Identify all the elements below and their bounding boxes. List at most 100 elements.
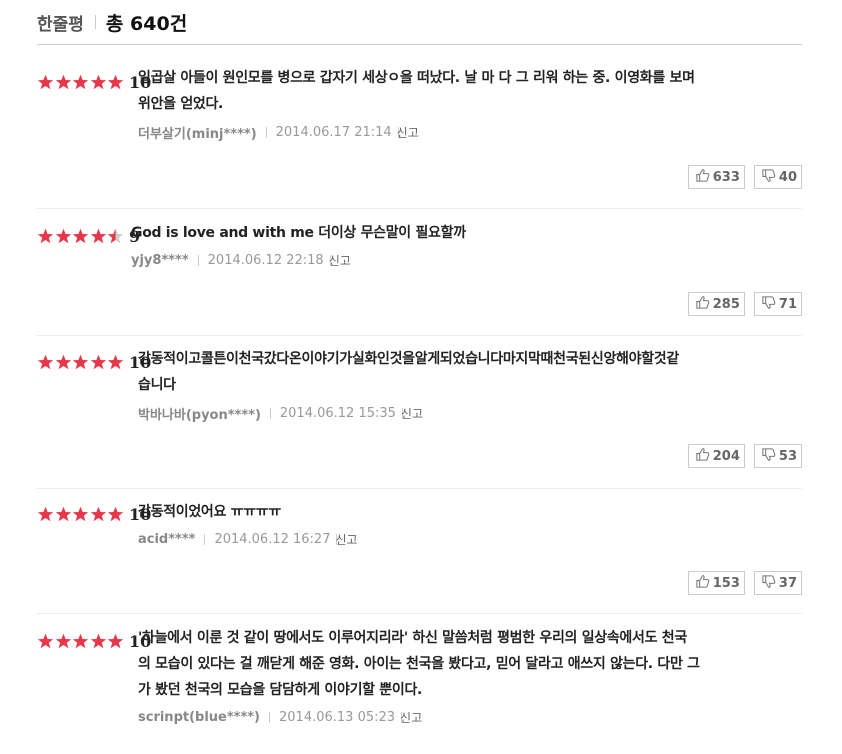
star-icon xyxy=(107,506,124,523)
star-icon xyxy=(90,506,107,523)
review-meta: 박바나바(pyon****) 2014.06.12 15:35 신고 xyxy=(138,404,802,423)
report-link[interactable]: 신고 xyxy=(335,531,357,548)
review-item: 10 '하늘에서 이룬 것 같이 땅에서도 이루어지리라' 하신 말씀처럼 평범한… xyxy=(37,614,802,754)
star-icon xyxy=(90,354,107,371)
star-icon xyxy=(55,506,72,523)
star-icon xyxy=(55,633,72,650)
review-header: 한줄평 총 640건 xyxy=(37,0,802,45)
review-text-line: 감동적이고콜튼이천국갔다온이야기가실화인것을알게되었습니다마지막때천국된신앙해야… xyxy=(138,351,679,367)
review-section: 한줄평 총 640건 10 일곱살 아들이 원인모를 병으로 갑자기 세상ㅇ을 떠… xyxy=(37,0,802,725)
divider xyxy=(269,712,270,723)
thumbs-down-icon xyxy=(761,574,779,593)
dislike-button[interactable]: 53 xyxy=(753,444,802,468)
dislike-button[interactable]: 71 xyxy=(753,292,802,316)
dislike-count: 40 xyxy=(778,169,797,185)
like-button[interactable]: 204 xyxy=(687,444,745,468)
review-text-line: 가 봤던 천국의 모습을 담담하게 이야기할 뿐이다. xyxy=(138,682,423,698)
star-icon xyxy=(90,633,107,650)
review-text-line: '하늘에서 이룬 것 같이 땅에서도 이루어지리라' 하신 말씀처럼 평범한 우… xyxy=(138,630,687,646)
like-count: 285 xyxy=(712,296,740,312)
review-text-line: 습니다 xyxy=(138,377,176,393)
thumbs-up-icon xyxy=(695,574,713,593)
review-date: 2014.06.12 15:35 xyxy=(279,406,396,421)
divider xyxy=(269,408,271,419)
review-date: 2014.06.17 21:14 xyxy=(275,125,392,140)
star-icon xyxy=(72,633,89,650)
thumbs-up-icon xyxy=(695,447,713,466)
report-link[interactable]: 신고 xyxy=(329,252,351,269)
review-text: 감동적이고콜튼이천국갔다온이야기가실화인것을알게되었습니다마지막때천국된신앙해야… xyxy=(138,346,802,398)
star-icon xyxy=(72,506,89,523)
review-meta: scrinpt(blue****) 2014.06.13 05:23 신고 xyxy=(138,709,802,726)
review-date: 2014.06.13 05:23 xyxy=(279,710,396,725)
total-count: 총 640건 xyxy=(106,9,187,36)
star-rating xyxy=(37,228,125,245)
review-text: '하늘에서 이룬 것 같이 땅에서도 이루어지리라' 하신 말씀처럼 평범한 우… xyxy=(138,625,802,703)
review-body: 감동적이었어요 ㅠㅠㅠㅠ acid**** 2014.06.12 16:27 신고 xyxy=(138,499,802,548)
thumbs-up-icon xyxy=(695,168,713,187)
review-text: 감동적이었어요 ㅠㅠㅠㅠ xyxy=(138,499,802,525)
dislike-button[interactable]: 40 xyxy=(753,165,802,189)
star-icon xyxy=(107,74,124,91)
star-icon xyxy=(72,354,89,371)
like-count: 633 xyxy=(712,169,740,185)
star-icon xyxy=(55,228,72,245)
star-icon xyxy=(72,228,89,245)
star-icon xyxy=(72,74,89,91)
review-date: 2014.06.12 22:18 xyxy=(207,253,324,268)
star-icon xyxy=(90,74,107,91)
review-text: God is love and with me 더이상 무슨말이 필요할까 xyxy=(131,220,802,246)
reviewer-name[interactable]: 더부살기(minj****) xyxy=(138,123,257,142)
like-button[interactable]: 153 xyxy=(687,571,745,595)
review-meta: acid**** 2014.06.12 16:27 신고 xyxy=(138,531,802,548)
star-icon xyxy=(55,74,72,91)
report-link[interactable]: 신고 xyxy=(401,405,423,422)
vote-buttons: 285 71 xyxy=(687,292,802,316)
star-icon xyxy=(37,506,54,523)
star-icon xyxy=(90,228,107,245)
vote-buttons: 633 40 xyxy=(687,165,802,189)
reviewer-name[interactable]: yjy8**** xyxy=(131,253,189,268)
report-link[interactable]: 신고 xyxy=(397,124,419,141)
total-count-value: 640건 xyxy=(130,12,188,35)
star-icon xyxy=(55,354,72,371)
vote-buttons: 204 53 xyxy=(687,444,802,468)
review-body: 일곱살 아들이 원인모를 병으로 갑자기 세상ㅇ을 떠났다. 날 마 다 그 리… xyxy=(138,65,802,142)
star-rating xyxy=(37,74,125,91)
like-button[interactable]: 633 xyxy=(687,165,745,189)
review-item: 10 감동적이었어요 ㅠㅠㅠㅠ acid**** 2014.06.12 16:27 신고… xyxy=(37,489,802,614)
like-button[interactable]: 285 xyxy=(687,292,745,316)
divider xyxy=(204,534,206,545)
thumbs-up-icon xyxy=(695,295,713,314)
vote-buttons: 153 37 xyxy=(687,571,802,595)
reviewer-name[interactable]: scrinpt(blue****) xyxy=(138,710,260,725)
divider xyxy=(265,127,267,138)
thumbs-down-icon xyxy=(761,447,779,466)
thumbs-down-icon xyxy=(761,295,779,314)
dislike-button[interactable]: 37 xyxy=(753,571,802,595)
review-text-line: 의 모습이 있다는 걸 깨닫게 해준 영화. 아이는 천국을 봤다고, 믿어 달… xyxy=(138,656,700,672)
review-item: 10 감동적이고콜튼이천국갔다온이야기가실화인것을알게되었습니다마지막때천국된신앙… xyxy=(37,336,802,489)
review-text-line: 일곱살 아들이 원인모를 병으로 갑자기 세상ㅇ을 떠났다. 날 마 다 그 리… xyxy=(138,70,695,86)
star-icon xyxy=(37,74,54,91)
total-prefix: 총 xyxy=(105,12,124,35)
thumbs-down-icon xyxy=(761,168,779,187)
star-rating xyxy=(37,506,125,523)
review-body: God is love and with me 더이상 무슨말이 필요할까 yjy… xyxy=(131,220,802,269)
review-date: 2014.06.12 16:27 xyxy=(214,532,331,547)
review-text: 일곱살 아들이 원인모를 병으로 갑자기 세상ㅇ을 떠났다. 날 마 다 그 리… xyxy=(138,65,802,117)
like-count: 204 xyxy=(712,448,740,464)
star-icon xyxy=(37,633,54,650)
star-icon xyxy=(37,354,54,371)
star-icon xyxy=(107,228,124,245)
review-item: 9 God is love and with me 더이상 무슨말이 필요할까 yj… xyxy=(37,209,802,336)
report-link[interactable]: 신고 xyxy=(400,709,422,726)
review-body: 감동적이고콜튼이천국갔다온이야기가실화인것을알게되었습니다마지막때천국된신앙해야… xyxy=(138,346,802,423)
reviewer-name[interactable]: 박바나바(pyon****) xyxy=(138,404,261,423)
review-meta: 더부살기(minj****) 2014.06.17 21:14 신고 xyxy=(138,123,802,142)
star-rating xyxy=(37,354,125,371)
reviewer-name[interactable]: acid**** xyxy=(138,532,195,547)
dislike-count: 71 xyxy=(778,296,797,312)
review-text-line: 위안을 얻었다. xyxy=(138,96,224,112)
review-item: 10 일곱살 아들이 원인모를 병으로 갑자기 세상ㅇ을 떠났다. 날 마 다 그… xyxy=(37,45,802,209)
